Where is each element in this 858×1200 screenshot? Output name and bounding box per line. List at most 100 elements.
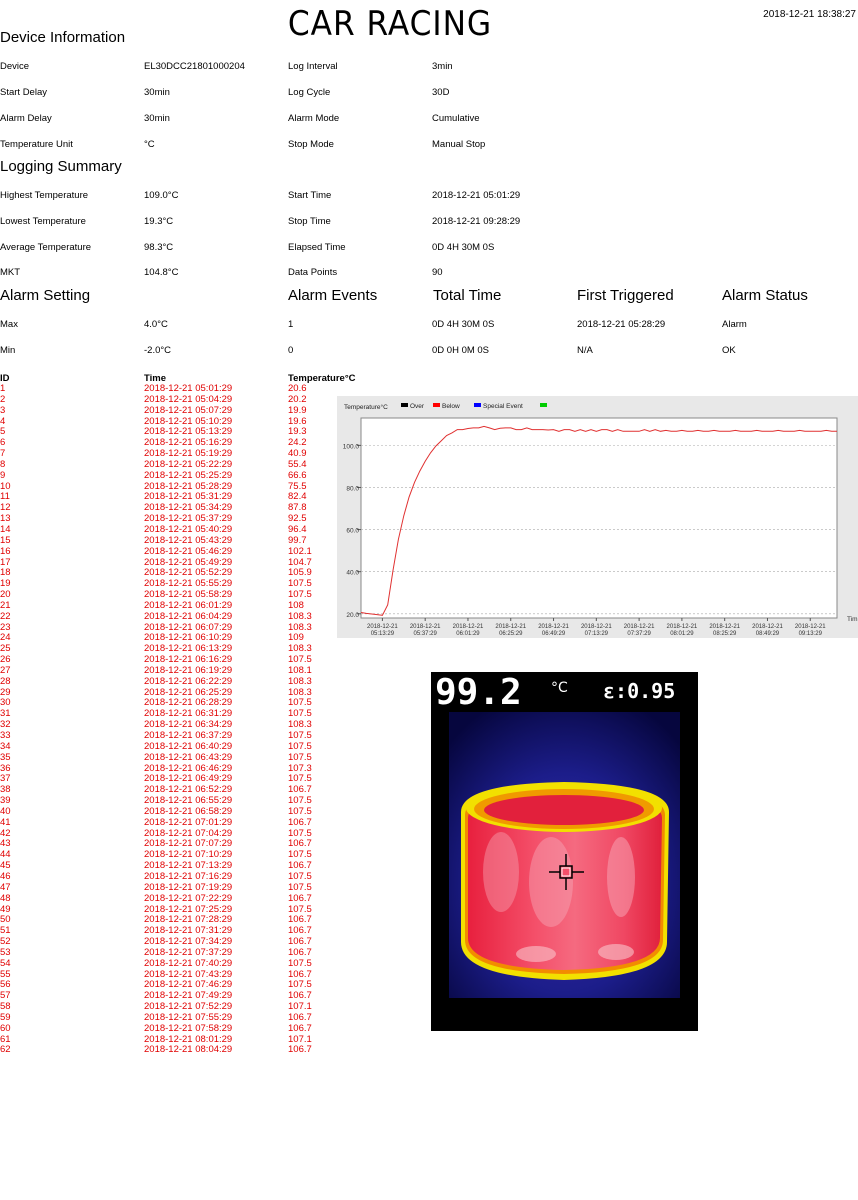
- thermal-emissivity: ε:0.95: [603, 679, 675, 703]
- row-temp: 106.7: [288, 816, 312, 828]
- row-temp: 102.1: [288, 545, 312, 557]
- alarm-cell: OK: [722, 345, 736, 356]
- summary-field-label: MKT: [0, 267, 21, 278]
- legend-label-over: Over: [410, 403, 425, 410]
- y-axis-label: Temperature°C: [344, 403, 388, 411]
- plot-area: [360, 417, 838, 619]
- summary-field-value: 2018-12-21 05:01:29: [432, 190, 521, 201]
- summary-field-label: Lowest Temperature: [0, 216, 86, 227]
- legend-swatch-below: [433, 403, 440, 407]
- summary-field-label: Average Temperature: [0, 242, 92, 253]
- row-time: 2018-12-21 06:22:29: [144, 675, 233, 687]
- table-row: 41 2018-12-21 07:01:29 106.7: [0, 816, 330, 829]
- summary-field-label: Stop Time: [288, 216, 331, 227]
- summary-field-label: Highest Temperature: [0, 190, 89, 201]
- table-row: 9 2018-12-21 05:25:29 66.6: [0, 469, 330, 482]
- device-field-value: Cumulative: [432, 113, 480, 124]
- row-temp: 19.9: [288, 404, 307, 416]
- row-id: 16: [0, 545, 11, 557]
- row-temp: 108.3: [288, 610, 312, 622]
- summary-field-value: 98.3°C: [144, 242, 174, 253]
- y-tick-label: 20.0: [346, 612, 359, 619]
- legend-swatch-extra: [540, 403, 547, 407]
- x-axis-label: Tim: [847, 616, 858, 623]
- row-id: 62: [0, 1044, 11, 1056]
- x-tick-label-time: 07:37:29: [627, 631, 651, 637]
- summary-field-value: 109.0°C: [144, 190, 179, 201]
- x-tick-label-time: 06:25:29: [499, 631, 523, 637]
- row-id: 3: [0, 404, 6, 416]
- x-tick-label-date: 2018-12-21: [581, 624, 612, 630]
- row-id: 28: [0, 675, 11, 687]
- report-timestamp: 2018-12-21 18:38:27: [763, 9, 856, 20]
- row-time: 2018-12-21 05:46:29: [144, 545, 233, 557]
- x-tick-label-time: 08:01:29: [670, 631, 694, 637]
- device-info-heading: Device Information: [0, 29, 126, 46]
- temperature-chart: 20.0 40.0 60.0 80.0 100.0 2018-12-21 05:13:29 2…: [337, 396, 858, 638]
- x-tick-label-date: 2018-12-21: [624, 624, 655, 630]
- row-time: 2018-12-21 07:58:29: [144, 1022, 233, 1034]
- alarm-heading: Alarm Status: [722, 287, 808, 304]
- summary-field-label: Elapsed Time: [288, 242, 346, 253]
- x-tick-label-time: 08:49:29: [756, 631, 780, 637]
- x-tick-label-time: 05:37:29: [414, 631, 438, 637]
- legend-label-below: Below: [442, 403, 460, 410]
- row-id: 60: [0, 1022, 11, 1034]
- x-tick-label-date: 2018-12-21: [538, 624, 569, 630]
- thermal-reading: 99.2: [435, 672, 522, 713]
- legend-label-special-event: Special Event: [483, 403, 523, 410]
- row-temp: 108.3: [288, 675, 312, 687]
- alarm-cell: 0D 0H 0M 0S: [432, 345, 490, 356]
- thermal-image: 99.2 °C ε:0.95: [431, 672, 698, 1031]
- row-time: 2018-12-21 05:07:29: [144, 404, 233, 416]
- summary-field-value: 90: [432, 267, 443, 278]
- y-tick-label: 80.0: [346, 485, 359, 492]
- row-time: 2018-12-21 07:22:29: [144, 892, 233, 904]
- legend-swatch-special-event: [474, 403, 481, 407]
- table-row: 48 2018-12-21 07:22:29 106.7: [0, 892, 330, 905]
- row-time: 2018-12-21 06:04:29: [144, 610, 233, 622]
- device-field-label: Alarm Mode: [288, 113, 340, 124]
- table-row: 35 2018-12-21 06:43:29 107.5: [0, 752, 330, 764]
- row-id: 48: [0, 892, 11, 904]
- y-tick-label: 40.0: [346, 570, 359, 577]
- row-temp: 106.7: [288, 1044, 312, 1056]
- alarm-heading: First Triggered: [577, 287, 674, 304]
- alarm-cell: 1: [288, 319, 294, 330]
- table-row: 3 2018-12-21 05:07:29 19.9: [0, 404, 330, 417]
- table-row: 28 2018-12-21 06:22:29 108.3: [0, 675, 330, 688]
- x-tick-label-time: 06:01:29: [456, 631, 480, 637]
- device-field-label: Log Interval: [288, 61, 338, 72]
- y-tick-label: 100.0: [343, 443, 360, 450]
- table-row: 62 2018-12-21 08:04:29 106.7: [0, 1045, 330, 1056]
- x-tick-label-time: 09:13:29: [799, 631, 823, 637]
- row-id: 22: [0, 610, 11, 622]
- device-field-value: 30D: [432, 87, 450, 98]
- alarm-cell: 4.0°C: [144, 319, 168, 330]
- row-time: 2018-12-21 05:25:29: [144, 469, 233, 481]
- x-tick-label-date: 2018-12-21: [709, 624, 740, 630]
- table-row: 54 2018-12-21 07:40:29 107.5: [0, 957, 330, 970]
- row-time: 2018-12-21 07:01:29: [144, 816, 233, 828]
- row-id: 54: [0, 957, 11, 969]
- x-tick-label-time: 07:13:29: [585, 631, 609, 637]
- row-temp: 106.7: [288, 1022, 312, 1034]
- x-tick-label-date: 2018-12-21: [367, 624, 398, 630]
- device-field-label: Alarm Delay: [0, 113, 52, 124]
- row-temp: 66.6: [288, 469, 307, 481]
- summary-field-value: 104.8°C: [144, 267, 179, 278]
- alarm-heading: Alarm Events: [288, 287, 378, 304]
- device-field-label: Temperature Unit: [0, 139, 73, 150]
- table-row: 16 2018-12-21 05:46:29 102.1: [0, 545, 330, 558]
- alarm-cell: Max: [0, 319, 18, 330]
- alarm-cell: Min: [0, 345, 16, 356]
- x-tick-label-date: 2018-12-21: [410, 624, 441, 630]
- row-time: 2018-12-21 08:04:29: [144, 1044, 233, 1056]
- x-tick-label-date: 2018-12-21: [667, 624, 698, 630]
- logging-summary-heading: Logging Summary: [0, 158, 122, 175]
- row-temp: 106.7: [288, 892, 312, 904]
- device-field-label: Log Cycle: [288, 87, 331, 98]
- row-temp: 107.5: [288, 957, 312, 969]
- device-field-label: Stop Mode: [288, 139, 334, 150]
- legend-swatch-over: [401, 403, 408, 407]
